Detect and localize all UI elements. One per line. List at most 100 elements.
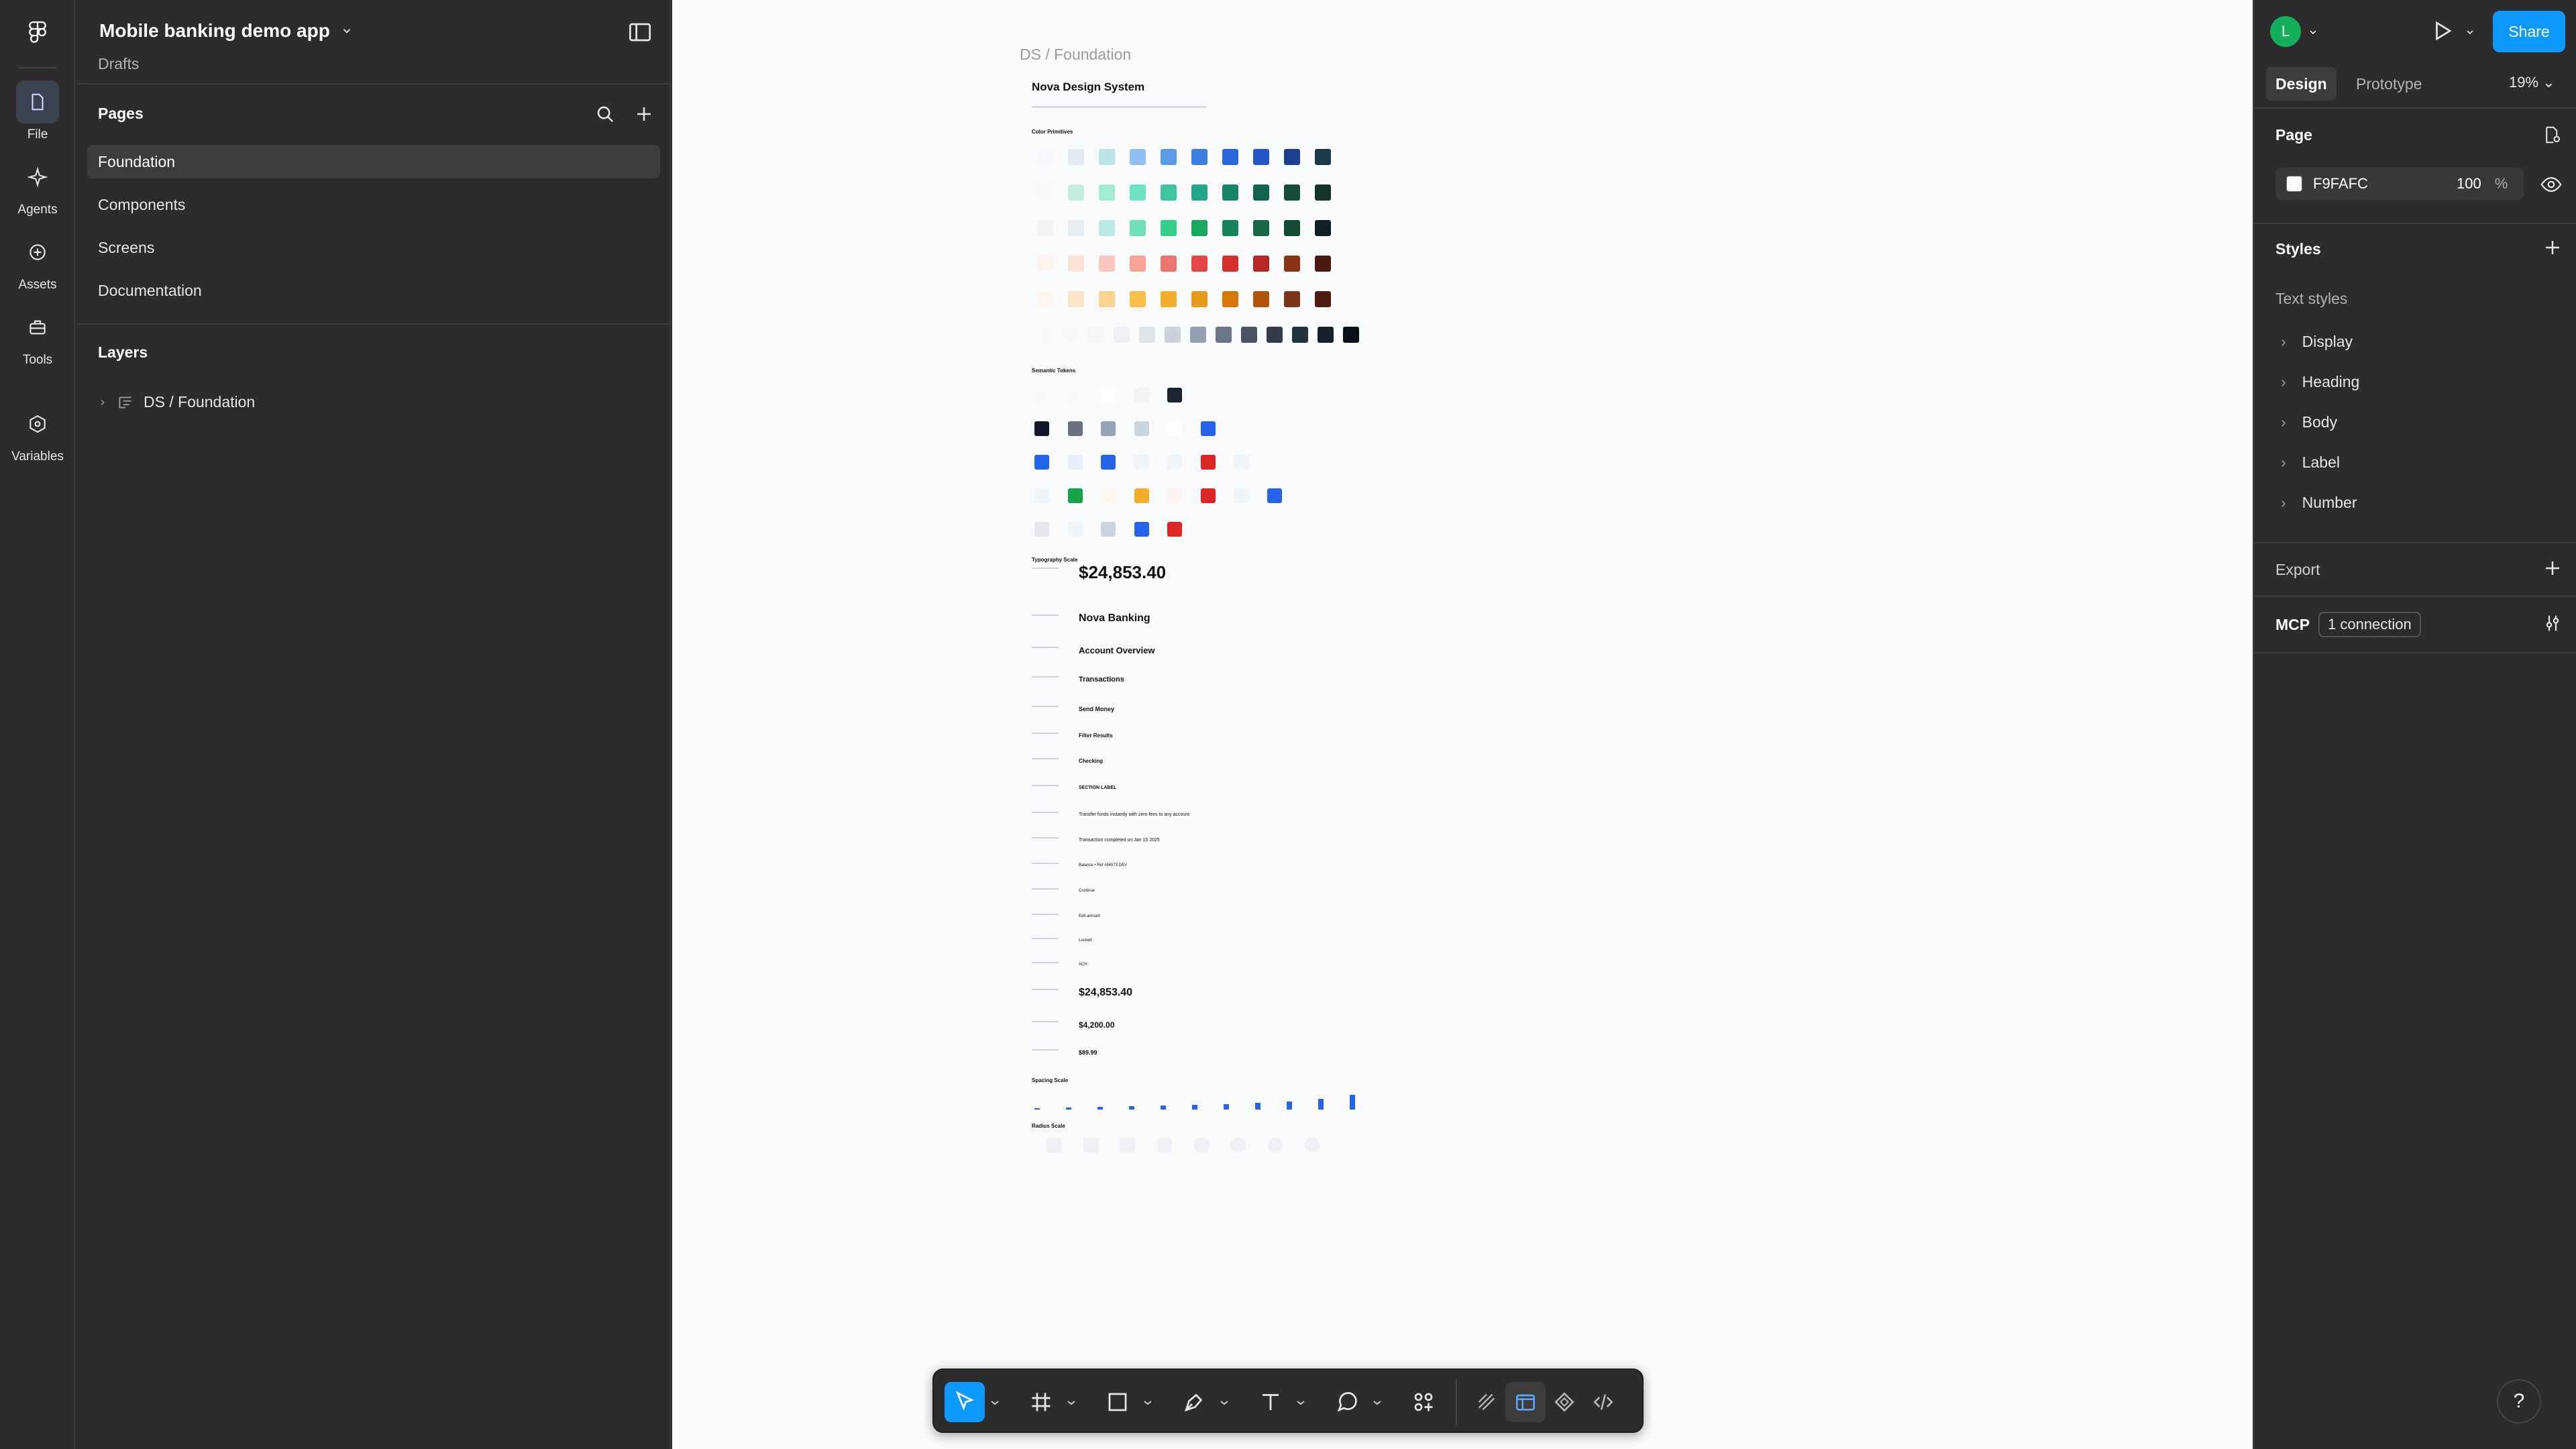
add-page-button[interactable]	[632, 102, 656, 126]
chevron-right-icon: ›	[2281, 413, 2286, 431]
chevron-down-icon[interactable]	[1296, 1399, 1305, 1406]
token-swatch	[1034, 455, 1049, 470]
chevron-down-icon[interactable]	[2308, 27, 2318, 38]
type-sample: Send Money	[1079, 705, 1115, 712]
page-color-swatch[interactable]	[2286, 176, 2302, 192]
color-swatch	[1190, 327, 1206, 343]
mcp-connection-badge[interactable]: 1 connection	[2318, 612, 2421, 637]
avatar[interactable]: L	[2270, 16, 2301, 47]
type-style-label	[1032, 812, 1059, 813]
rail-item-assets[interactable]: Assets	[0, 231, 75, 292]
page-section-title: Page	[2275, 126, 2312, 144]
text-tool-button[interactable]	[1250, 1382, 1291, 1422]
section-typography-scale: Typography Scale	[1032, 557, 1078, 563]
chevron-down-icon[interactable]	[1220, 1399, 1229, 1406]
figma-menu-icon[interactable]	[24, 19, 51, 46]
color-swatch	[1068, 291, 1084, 307]
canvas[interactable]: DS / Foundation Nova Design System Color…	[672, 0, 2253, 1449]
page-settings-icon[interactable]	[2542, 125, 2563, 145]
zoom-level[interactable]: 19% ⌄	[2509, 74, 2555, 91]
help-button[interactable]: ?	[2497, 1379, 2541, 1424]
page-item-foundation[interactable]: Foundation	[87, 145, 660, 178]
file-title[interactable]: Mobile banking demo app	[99, 20, 353, 42]
type-style-label	[1032, 785, 1059, 786]
chevron-down-icon[interactable]	[2465, 27, 2475, 38]
token-swatch	[1034, 488, 1049, 503]
sidebar-toggle-icon[interactable]	[629, 23, 651, 42]
chevron-down-icon[interactable]	[990, 1399, 1000, 1406]
search-pages-button[interactable]	[593, 102, 617, 126]
page-item-documentation[interactable]: Documentation	[87, 274, 660, 307]
text-style-display[interactable]: › Display	[2281, 333, 2353, 351]
move-tool-button[interactable]	[945, 1382, 985, 1422]
color-swatch	[1114, 327, 1130, 343]
design-mode-button[interactable]	[1505, 1382, 1546, 1422]
style-label: Label	[2302, 453, 2340, 471]
style-label: Heading	[2302, 373, 2360, 390]
color-swatch	[1318, 327, 1334, 343]
page-color-hex[interactable]: F9FAFC	[2313, 175, 2457, 193]
text-style-heading[interactable]: › Heading	[2281, 373, 2359, 391]
chevron-down-icon[interactable]	[1373, 1399, 1382, 1406]
tab-design[interactable]: Design	[2266, 67, 2337, 101]
color-swatch	[1099, 149, 1115, 165]
color-swatch	[1088, 327, 1104, 343]
type-style-label	[1032, 676, 1059, 678]
file-icon	[16, 80, 59, 123]
page-item-screens[interactable]: Screens	[87, 231, 660, 264]
plus-icon[interactable]	[2542, 237, 2563, 258]
color-swatch	[1284, 149, 1300, 165]
project-name[interactable]: Drafts	[98, 55, 139, 73]
draw-icon	[1478, 1393, 1495, 1411]
dev-mode-button[interactable]	[1583, 1382, 1623, 1422]
token-swatch	[1234, 488, 1248, 503]
ds-foundation-frame[interactable]: Nova Design System Color Primitives Sema…	[1021, 68, 1370, 1169]
tab-prototype[interactable]: Prototype	[2347, 67, 2431, 101]
color-swatch	[1139, 327, 1155, 343]
type-style-label	[1032, 914, 1059, 915]
present-play-icon[interactable]	[2430, 19, 2454, 43]
share-button[interactable]: Share	[2493, 11, 2565, 52]
chevron-down-icon[interactable]	[1143, 1399, 1152, 1406]
page-opacity[interactable]: 100	[2457, 175, 2481, 193]
eye-icon[interactable]	[2540, 173, 2563, 196]
chevron-right-icon[interactable]	[98, 398, 107, 407]
zoom-value: 19%	[2509, 74, 2539, 91]
text-style-body[interactable]: › Body	[2281, 413, 2337, 431]
text-style-number[interactable]: › Number	[2281, 494, 2357, 512]
rail-item-variables[interactable]: Variables	[0, 402, 75, 464]
type-style-label	[1032, 706, 1059, 707]
type-style-label	[1032, 733, 1059, 734]
radius-tile	[1157, 1138, 1172, 1152]
plus-icon[interactable]	[2542, 558, 2563, 578]
color-swatch	[1315, 220, 1331, 236]
text-style-label[interactable]: › Label	[2281, 453, 2340, 472]
chevron-down-icon[interactable]	[1067, 1399, 1076, 1406]
chevron-right-icon: ›	[2281, 373, 2286, 390]
rail-item-tools[interactable]: Tools	[0, 306, 75, 368]
color-swatch	[1253, 149, 1269, 165]
page-item-components[interactable]: Components	[87, 188, 660, 221]
color-swatch	[1161, 256, 1177, 272]
rectangle-tool-button[interactable]	[1097, 1382, 1138, 1422]
component-mode-button[interactable]	[1544, 1382, 1585, 1422]
rail-item-file[interactable]: File	[0, 80, 75, 142]
layer-item[interactable]: DS / Foundation	[98, 393, 255, 411]
color-swatch	[1037, 220, 1053, 236]
type-style-label	[1032, 863, 1059, 864]
text-styles-title: Text styles	[2275, 290, 2348, 307]
comment-tool-button[interactable]	[1327, 1382, 1367, 1422]
left-panel: Mobile banking demo app Drafts Pages Fou…	[76, 0, 671, 1449]
mcp-settings-icon[interactable]	[2542, 613, 2563, 633]
color-swatch	[1037, 256, 1053, 272]
draw-mode-button[interactable]	[1466, 1382, 1507, 1422]
frame-tool-button[interactable]	[1021, 1382, 1061, 1422]
color-swatch	[1191, 149, 1208, 165]
pen-tool-button[interactable]	[1174, 1382, 1214, 1422]
frame-hash-icon	[1032, 1393, 1051, 1411]
token-swatch	[1101, 488, 1116, 503]
rail-item-agents[interactable]: Agents	[0, 156, 75, 217]
page-color-field[interactable]: F9FAFC 100 %	[2275, 168, 2524, 200]
actions-tool-button[interactable]	[1403, 1382, 1444, 1422]
frame-label[interactable]: DS / Foundation	[1020, 46, 1131, 64]
